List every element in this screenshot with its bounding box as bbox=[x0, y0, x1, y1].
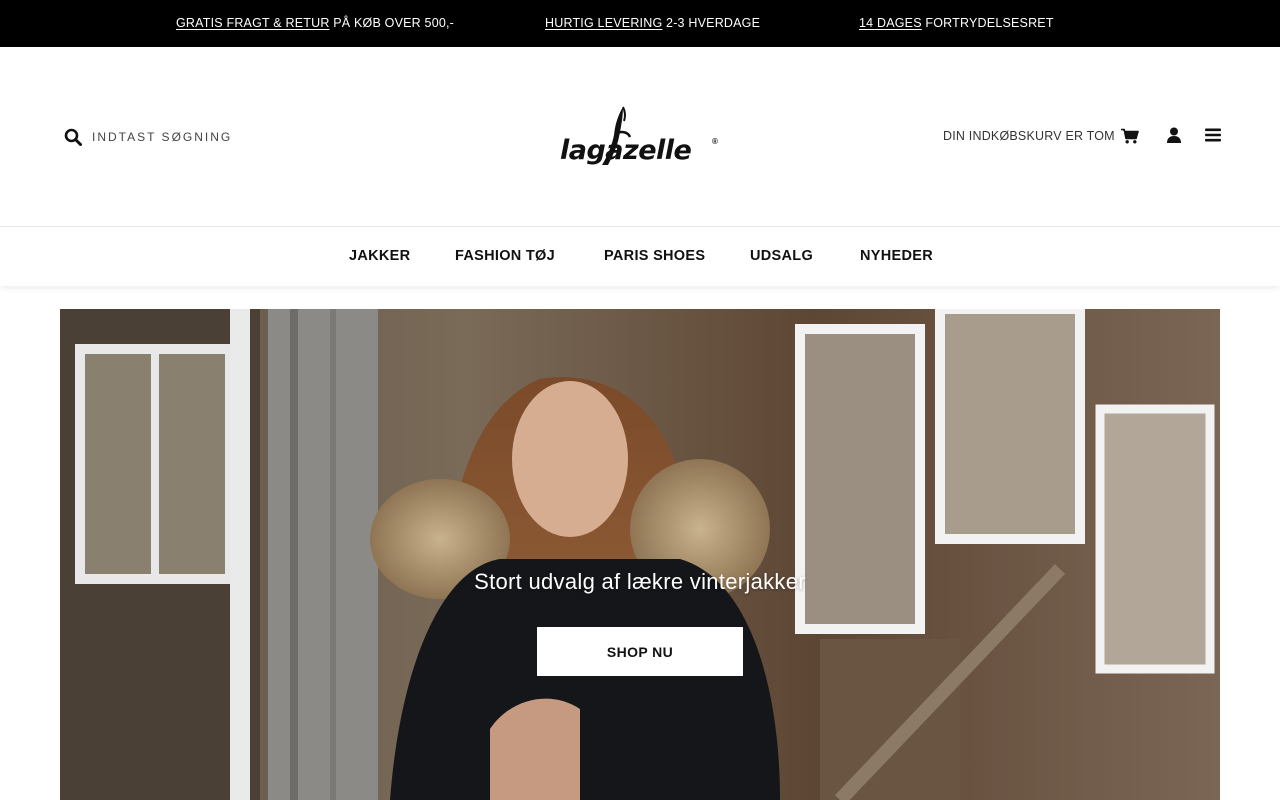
site-logo[interactable]: lagazelle ® bbox=[558, 105, 724, 171]
announcement-fast-delivery: HURTIG LEVERING 2-3 HVERDAGE bbox=[545, 16, 760, 30]
nav-item-fashion-toj[interactable]: FASHION TØJ bbox=[455, 248, 555, 264]
user-account-button[interactable] bbox=[1166, 127, 1182, 148]
user-icon bbox=[1167, 127, 1181, 143]
cart-button[interactable]: DIN INDKØBSKURV ER TOM bbox=[943, 128, 1139, 144]
fast-delivery-link[interactable]: HURTIG LEVERING bbox=[545, 16, 662, 30]
nav-item-jakker[interactable]: JAKKER bbox=[349, 248, 410, 264]
nav-item-udsalg[interactable]: UDSALG bbox=[750, 248, 813, 264]
free-shipping-link[interactable]: GRATIS FRAGT & RETUR bbox=[176, 16, 330, 30]
hero-image bbox=[60, 309, 1220, 800]
announcement-bar: GRATIS FRAGT & RETUR PÅ KØB OVER 500,- H… bbox=[0, 0, 1280, 47]
logo-wordmark: lagazelle bbox=[560, 135, 692, 166]
hero-banner: Stort udvalg af lækre vinterjakker SHOP … bbox=[60, 309, 1220, 800]
fast-delivery-text: 2-3 HVERDAGE bbox=[662, 16, 761, 30]
nav-item-paris-shoes[interactable]: PARIS SHOES bbox=[604, 248, 705, 264]
announcement-return-policy: 14 DAGES FORTRYDELSESRET bbox=[859, 16, 1054, 30]
return-policy-text: FORTRYDELSESRET bbox=[921, 16, 1054, 30]
logo-registered-mark: ® bbox=[712, 137, 718, 146]
free-shipping-text: PÅ KØB OVER 500,- bbox=[329, 16, 455, 30]
return-policy-link[interactable]: 14 DAGES bbox=[859, 16, 922, 30]
cart-icon bbox=[1120, 128, 1139, 144]
hero-headline: Stort udvalg af lækre vinterjakker bbox=[474, 569, 806, 594]
announcement-free-shipping: GRATIS FRAGT & RETUR PÅ KØB OVER 500,- bbox=[176, 16, 454, 30]
search-label: INDTAST SØGNING bbox=[92, 130, 233, 144]
hamburger-menu-icon bbox=[1205, 128, 1221, 142]
nav-item-nyheder[interactable]: NYHEDER bbox=[860, 248, 933, 264]
search-trigger[interactable]: INDTAST SØGNING bbox=[64, 127, 232, 147]
search-icon bbox=[64, 128, 82, 146]
main-navigation: JAKKER FASHION TØJ PARIS SHOES UDSALG NY… bbox=[0, 228, 1280, 286]
menu-button[interactable] bbox=[1205, 128, 1221, 147]
shop-now-button[interactable]: SHOP NU bbox=[537, 627, 743, 676]
site-header: INDTAST SØGNING lagazelle ® DIN INDKØBSK… bbox=[0, 47, 1280, 227]
cart-status-label: DIN INDKØBSKURV ER TOM bbox=[943, 129, 1115, 143]
